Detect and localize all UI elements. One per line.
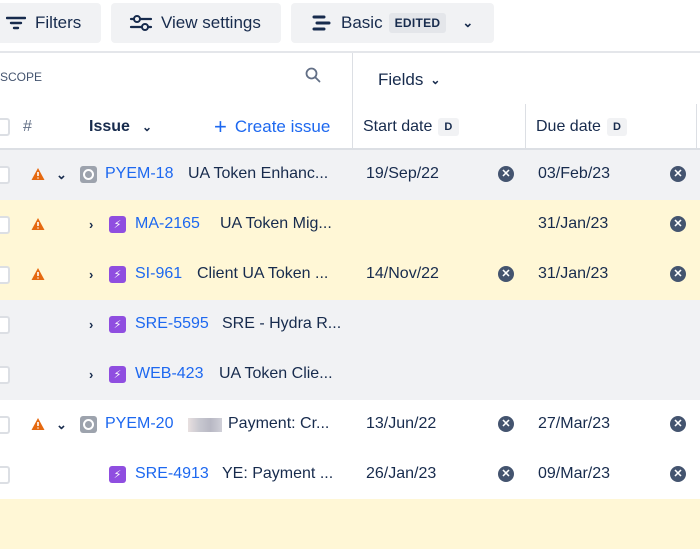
table-row[interactable]: ⌄ PYEM-18 UA Token Enhanc... 19/Sep/22 ✕ 03/F… bbox=[0, 150, 700, 200]
select-all-checkbox[interactable] bbox=[0, 118, 10, 136]
table-row[interactable]: › ⚡︎ SRE-5595 SRE - Hydra R... bbox=[0, 300, 700, 350]
issue-header: # Issue ⌄ + Create issue bbox=[0, 104, 352, 149]
epic-icon bbox=[80, 166, 97, 183]
expand-chevron-icon[interactable]: › bbox=[89, 367, 93, 382]
edited-badge: EDITED bbox=[388, 13, 447, 33]
lightning-icon: ⚡︎ bbox=[109, 466, 126, 483]
list-view-icon bbox=[312, 15, 331, 31]
row-checkbox[interactable] bbox=[0, 416, 10, 434]
chevron-down-icon[interactable]: ⌄ bbox=[142, 120, 152, 134]
issue-key-link[interactable]: PYEM-18 bbox=[105, 165, 173, 183]
start-date-cell[interactable]: 19/Sep/22 bbox=[366, 165, 439, 183]
issue-key-link[interactable]: PYEM-20 bbox=[105, 415, 173, 433]
warning-icon bbox=[31, 218, 45, 230]
sliders-icon bbox=[129, 15, 153, 31]
collapse-chevron-icon[interactable]: ⌄ bbox=[56, 417, 67, 433]
row-checkbox[interactable] bbox=[0, 366, 10, 384]
expand-chevron-icon[interactable]: › bbox=[89, 217, 93, 232]
start-date-header[interactable]: Start date D bbox=[363, 104, 459, 149]
chevron-down-icon: ⌄ bbox=[462, 15, 474, 30]
fields-label: Fields bbox=[378, 70, 424, 89]
issue-summary[interactable]: Client UA Token ... bbox=[197, 265, 328, 283]
table-row[interactable]: › ⚡︎ WEB-423 UA Token Clie... bbox=[0, 350, 700, 400]
table-row[interactable]: › ⚡︎ SI-961 Client UA Token ... 14/Nov/22 ✕ 31… bbox=[0, 250, 700, 300]
issue-summary[interactable]: YE: Payment ... bbox=[222, 465, 333, 483]
row-checkbox[interactable] bbox=[0, 466, 10, 484]
table-row[interactable] bbox=[0, 499, 700, 549]
warning-icon bbox=[31, 418, 45, 430]
issue-header-label[interactable]: Issue bbox=[89, 118, 130, 136]
row-checkbox[interactable] bbox=[0, 266, 10, 284]
start-date-cell[interactable]: 26/Jan/23 bbox=[366, 465, 436, 483]
due-date-cell[interactable]: 31/Jan/23 bbox=[538, 215, 608, 233]
chevron-down-icon: ⌄ bbox=[430, 73, 441, 87]
plus-icon: + bbox=[214, 113, 227, 139]
date-type-badge: D bbox=[438, 117, 459, 136]
expand-chevron-icon[interactable]: › bbox=[89, 317, 93, 332]
lightning-icon: ⚡︎ bbox=[109, 366, 126, 383]
view-label: Basic bbox=[341, 13, 383, 32]
clear-icon[interactable]: ✕ bbox=[670, 166, 686, 182]
start-date-label: Start date bbox=[363, 117, 433, 135]
warning-icon bbox=[31, 168, 45, 180]
view-settings-label: View settings bbox=[161, 13, 261, 32]
filter-icon bbox=[6, 16, 26, 30]
due-date-cell[interactable]: 31/Jan/23 bbox=[538, 265, 608, 283]
create-issue-label: Create issue bbox=[234, 116, 331, 136]
clear-icon[interactable]: ✕ bbox=[498, 266, 514, 282]
epic-icon bbox=[80, 416, 97, 433]
issue-summary[interactable]: UA Token Clie... bbox=[219, 365, 333, 383]
issue-key-link[interactable]: MA-2165 bbox=[135, 215, 200, 233]
table-row[interactable]: ⌄ PYEM-20 Payment: Cr... 13/Jun/22 ✕ 27/Mar/2… bbox=[0, 400, 700, 450]
clear-icon[interactable]: ✕ bbox=[498, 466, 514, 482]
due-date-cell[interactable]: 27/Mar/23 bbox=[538, 415, 610, 433]
scope-label: SCOPE bbox=[0, 70, 43, 84]
due-date-label: Due date bbox=[536, 117, 601, 135]
fields-dropdown[interactable]: Fields ⌄ bbox=[378, 70, 440, 90]
view-settings-button[interactable]: View settings bbox=[111, 3, 281, 43]
due-date-cell[interactable]: 09/Mar/23 bbox=[538, 465, 610, 483]
issue-key-link[interactable]: SRE-5595 bbox=[135, 315, 209, 333]
create-issue-button[interactable]: + Create issue bbox=[214, 114, 330, 140]
expand-chevron-icon[interactable]: › bbox=[89, 267, 93, 282]
issue-summary[interactable]: UA Token Mig... bbox=[220, 215, 332, 233]
row-checkbox[interactable] bbox=[0, 166, 10, 184]
filters-button[interactable]: Filters bbox=[0, 3, 101, 43]
hash-header: # bbox=[23, 117, 32, 135]
clear-icon[interactable]: ✕ bbox=[670, 216, 686, 232]
warning-icon bbox=[31, 268, 45, 280]
table-row[interactable]: › ⚡︎ MA-2165 UA Token Mig... 31/Jan/23 ✕ bbox=[0, 200, 700, 250]
lightning-icon: ⚡︎ bbox=[109, 216, 126, 233]
view-selector[interactable]: Basic EDITED ⌄ bbox=[291, 3, 494, 43]
issue-key-link[interactable]: SI-961 bbox=[135, 265, 182, 283]
search-icon[interactable] bbox=[305, 67, 321, 83]
issue-summary[interactable]: Payment: Cr... bbox=[228, 415, 329, 433]
issue-summary[interactable]: SRE - Hydra R... bbox=[222, 315, 341, 333]
lightning-icon: ⚡︎ bbox=[109, 266, 126, 283]
issue-key-link[interactable]: WEB-423 bbox=[135, 365, 203, 383]
row-checkbox[interactable] bbox=[0, 316, 10, 334]
row-checkbox[interactable] bbox=[0, 216, 10, 234]
due-date-cell[interactable]: 03/Feb/23 bbox=[538, 165, 610, 183]
start-date-cell[interactable]: 14/Nov/22 bbox=[366, 265, 439, 283]
clear-icon[interactable]: ✕ bbox=[670, 416, 686, 432]
collapse-chevron-icon[interactable]: ⌄ bbox=[56, 167, 67, 183]
table-row[interactable]: ⚡︎ SRE-4913 YE: Payment ... 26/Jan/23 ✕ 09/Ma… bbox=[0, 450, 700, 500]
issue-summary[interactable]: UA Token Enhanc... bbox=[188, 165, 328, 183]
due-date-header[interactable]: Due date D bbox=[536, 104, 628, 149]
toolbar: Filters View settings Basic EDITED ⌄ bbox=[0, 0, 700, 53]
redacted-label bbox=[188, 418, 222, 432]
clear-icon[interactable]: ✕ bbox=[498, 166, 514, 182]
lightning-icon: ⚡︎ bbox=[109, 316, 126, 333]
clear-icon[interactable]: ✕ bbox=[670, 466, 686, 482]
start-date-cell[interactable]: 13/Jun/22 bbox=[366, 415, 436, 433]
date-type-badge: D bbox=[606, 117, 628, 136]
filters-label: Filters bbox=[35, 13, 82, 32]
issue-key-link[interactable]: SRE-4913 bbox=[135, 465, 209, 483]
clear-icon[interactable]: ✕ bbox=[498, 416, 514, 432]
clear-icon[interactable]: ✕ bbox=[670, 266, 686, 282]
